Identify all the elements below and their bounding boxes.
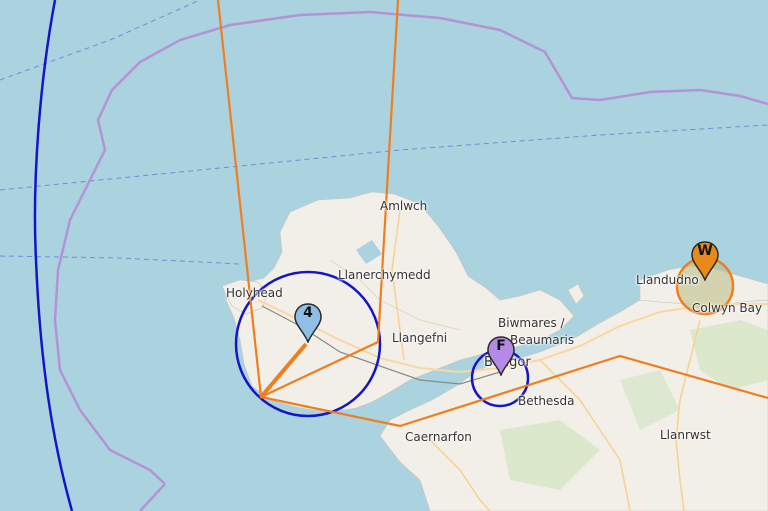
marker-f[interactable]: F: [487, 336, 515, 376]
place-label-beaumaris: Beaumaris: [510, 333, 575, 347]
place-label-colwyn-bay: Colwyn Bay: [692, 301, 763, 315]
place-label-biwmares: Biwmares /: [498, 316, 565, 330]
sea-boundary-dashed: [0, 124, 768, 191]
marker-4-label: 4: [303, 305, 313, 321]
place-label-llandudno: Llandudno: [636, 273, 699, 287]
place-label-llangefni: Llangefni: [392, 331, 448, 345]
place-label-llanrwst: Llanrwst: [660, 428, 711, 442]
place-label-caernarfon: Caernarfon: [405, 430, 472, 444]
sea-boundary-dashed: [0, 0, 201, 81]
marker-w[interactable]: W: [691, 241, 719, 281]
place-label-llanerchymedd: Llanerchymedd: [338, 268, 431, 282]
place-label-bethesda: Bethesda: [518, 394, 575, 408]
place-label-amlwch: Amlwch: [380, 199, 428, 213]
marker-4[interactable]: 4: [294, 303, 322, 343]
marker-f-label: F: [496, 338, 506, 354]
map-view[interactable]: Amlwch Holyhead Llanerchymedd Llangefni …: [0, 0, 768, 511]
puffin-island: [567, 283, 585, 305]
map-canvas[interactable]: [0, 0, 768, 511]
range-arc-large: [33, 0, 74, 511]
place-label-holyhead: Holyhead: [226, 286, 283, 300]
marker-w-label: W: [697, 243, 713, 259]
